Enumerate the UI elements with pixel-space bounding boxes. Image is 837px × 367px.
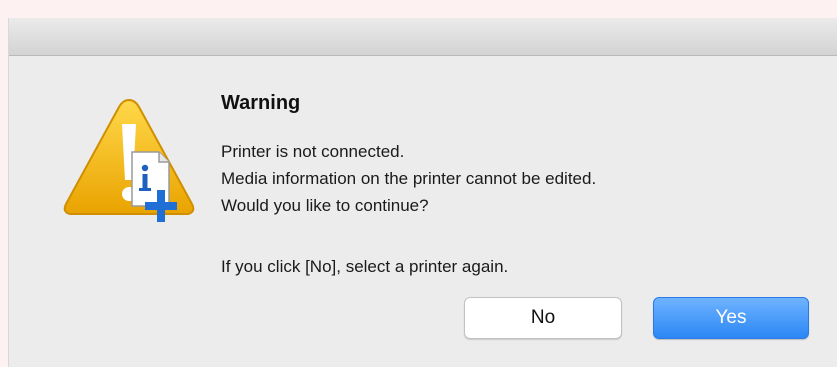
dialog-title: Warning: [221, 92, 301, 114]
warning-icon: [59, 94, 199, 234]
no-button[interactable]: No: [464, 297, 622, 339]
dialog-titlebar[interactable]: [9, 18, 837, 56]
yes-button[interactable]: Yes: [653, 297, 809, 339]
warning-dialog: Warning Printer is not connected. Media …: [8, 18, 837, 367]
message-line-3: Would you like to continue?: [221, 196, 429, 215]
note-text: If you click [No], select a printer agai…: [221, 257, 509, 276]
message-line-2: Media information on the printer cannot …: [221, 169, 597, 188]
message-line-1: Printer is not connected.: [221, 142, 405, 161]
